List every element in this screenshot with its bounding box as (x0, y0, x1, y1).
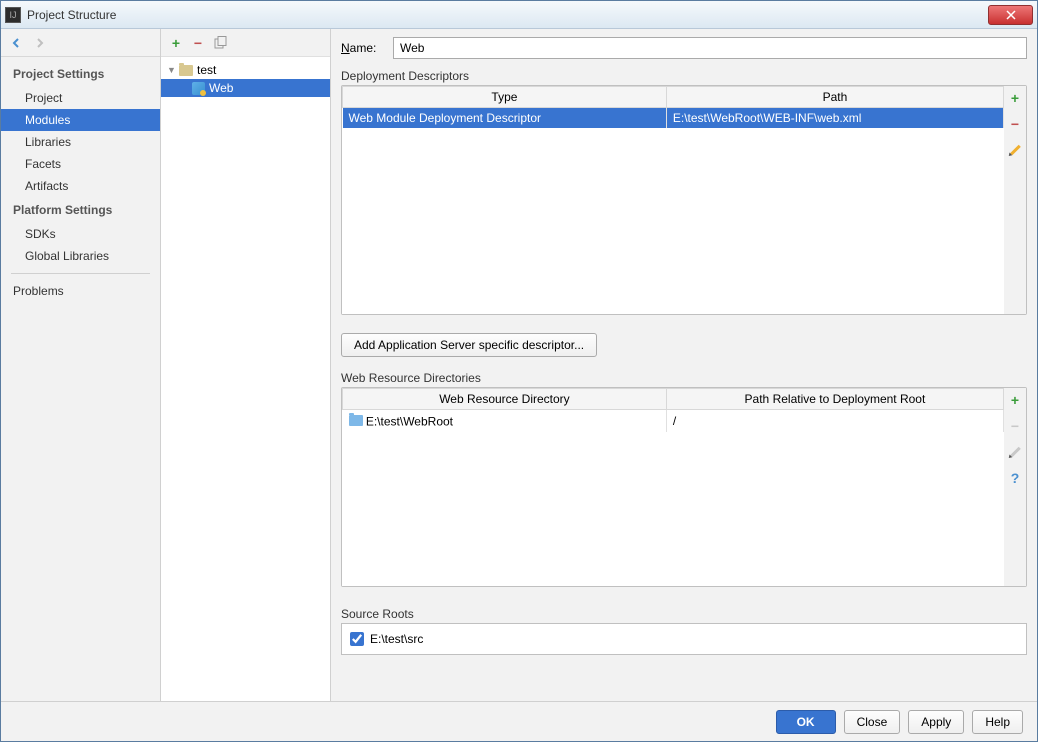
sidebar-item-artifacts[interactable]: Artifacts (1, 175, 160, 197)
module-folder-icon (179, 63, 193, 77)
web-facet-icon (191, 81, 205, 95)
facet-config-panel: Name: Deployment Descriptors Type Path (331, 29, 1037, 701)
col-rel[interactable]: Path Relative to Deployment Root (666, 389, 1003, 410)
nav-back-icon[interactable] (9, 35, 25, 51)
sidebar-heading-project: Project Settings (1, 61, 160, 87)
add-icon[interactable]: + (169, 36, 183, 50)
modules-tree-panel: + − ▼ test Web (161, 29, 331, 701)
main-area: Project Settings Project Modules Librari… (1, 29, 1037, 701)
col-dir[interactable]: Web Resource Directory (343, 389, 667, 410)
source-root-checkbox[interactable] (350, 632, 364, 646)
left-sidebar: Project Settings Project Modules Librari… (1, 29, 161, 701)
web-resource-dirs-group: Web Resource Directory Path Relative to … (341, 387, 1027, 587)
help-button[interactable]: Help (972, 710, 1023, 734)
name-input[interactable] (393, 37, 1027, 59)
copy-icon[interactable] (213, 36, 227, 50)
cell-dir: E:\test\WebRoot (343, 410, 667, 432)
modules-toolbar: + − (161, 29, 330, 57)
window-title: Project Structure (27, 8, 116, 22)
col-path[interactable]: Path (666, 87, 1003, 108)
help-webres-icon[interactable]: ? (1007, 470, 1023, 486)
tree-label: test (197, 63, 216, 77)
webres-table: Web Resource Directory Path Relative to … (342, 388, 1004, 432)
table-row[interactable]: Web Module Deployment Descriptor E:\test… (343, 108, 1004, 129)
deployment-content: Type Path Web Module Deployment Descript… (342, 86, 1004, 314)
remove-descriptor-icon[interactable]: − (1007, 116, 1023, 132)
source-root-label: E:\test\src (370, 632, 423, 646)
close-button[interactable]: Close (844, 710, 901, 734)
webres-table-wrap: Web Resource Directory Path Relative to … (342, 388, 1004, 586)
cell-type: Web Module Deployment Descriptor (343, 108, 667, 129)
folder-icon (349, 413, 363, 427)
cell-rel: / (666, 410, 1003, 432)
nav-forward-icon[interactable] (31, 35, 47, 51)
sidebar-item-sdks[interactable]: SDKs (1, 223, 160, 245)
edit-webres-icon[interactable] (1007, 444, 1023, 460)
remove-webres-icon[interactable]: − (1007, 418, 1023, 434)
tree-label: Web (209, 81, 233, 95)
name-label: Name: (341, 41, 383, 55)
cell-dir-text: E:\test\WebRoot (366, 415, 453, 429)
deployment-descriptors-group: Type Path Web Module Deployment Descript… (341, 85, 1027, 315)
dialog-footer: OK Close Apply Help (1, 701, 1037, 741)
source-roots-label: Source Roots (341, 607, 1027, 621)
webres-side-buttons: + − ? (1004, 388, 1026, 586)
deployment-table-wrap: Type Path Web Module Deployment Descript… (342, 86, 1004, 314)
deployment-table: Type Path Web Module Deployment Descript… (342, 86, 1004, 128)
close-window-button[interactable] (988, 5, 1033, 25)
apply-button[interactable]: Apply (908, 710, 964, 734)
sidebar-nav (1, 29, 160, 57)
tree-facet-web[interactable]: Web (161, 79, 330, 97)
add-webres-icon[interactable]: + (1007, 392, 1023, 408)
sidebar-items: Project Settings Project Modules Librari… (1, 57, 160, 306)
cell-path: E:\test\WebRoot\WEB-INF\web.xml (666, 108, 1003, 129)
tree-toggle-icon[interactable]: ▼ (167, 65, 177, 75)
sidebar-item-facets[interactable]: Facets (1, 153, 160, 175)
webres-content: Web Resource Directory Path Relative to … (342, 388, 1004, 586)
col-type[interactable]: Type (343, 87, 667, 108)
sidebar-item-problems[interactable]: Problems (1, 280, 160, 302)
table-row[interactable]: E:\test\WebRoot / (343, 410, 1004, 432)
project-structure-window: IJ Project Structure Project Settings Pr… (0, 0, 1038, 742)
name-field-row: Name: (341, 37, 1027, 59)
deployment-side-buttons: + − (1004, 86, 1026, 314)
modules-tree: ▼ test Web (161, 57, 330, 101)
sidebar-separator (11, 273, 150, 274)
tree-module-test[interactable]: ▼ test (161, 61, 330, 79)
source-roots-box: E:\test\src (341, 623, 1027, 655)
app-icon: IJ (5, 7, 21, 23)
sidebar-heading-platform: Platform Settings (1, 197, 160, 223)
remove-icon[interactable]: − (191, 36, 205, 50)
sidebar-item-libraries[interactable]: Libraries (1, 131, 160, 153)
web-resource-dirs-label: Web Resource Directories (341, 371, 1027, 385)
deployment-descriptors-label: Deployment Descriptors (341, 69, 1027, 83)
add-server-descriptor-button[interactable]: Add Application Server specific descript… (341, 333, 597, 357)
sidebar-item-global-libraries[interactable]: Global Libraries (1, 245, 160, 267)
titlebar: IJ Project Structure (1, 1, 1037, 29)
edit-descriptor-icon[interactable] (1007, 142, 1023, 158)
ok-button[interactable]: OK (776, 710, 836, 734)
add-descriptor-icon[interactable]: + (1007, 90, 1023, 106)
sidebar-item-modules[interactable]: Modules (1, 109, 160, 131)
sidebar-item-project[interactable]: Project (1, 87, 160, 109)
add-server-descriptor-row: Add Application Server specific descript… (341, 325, 1027, 361)
